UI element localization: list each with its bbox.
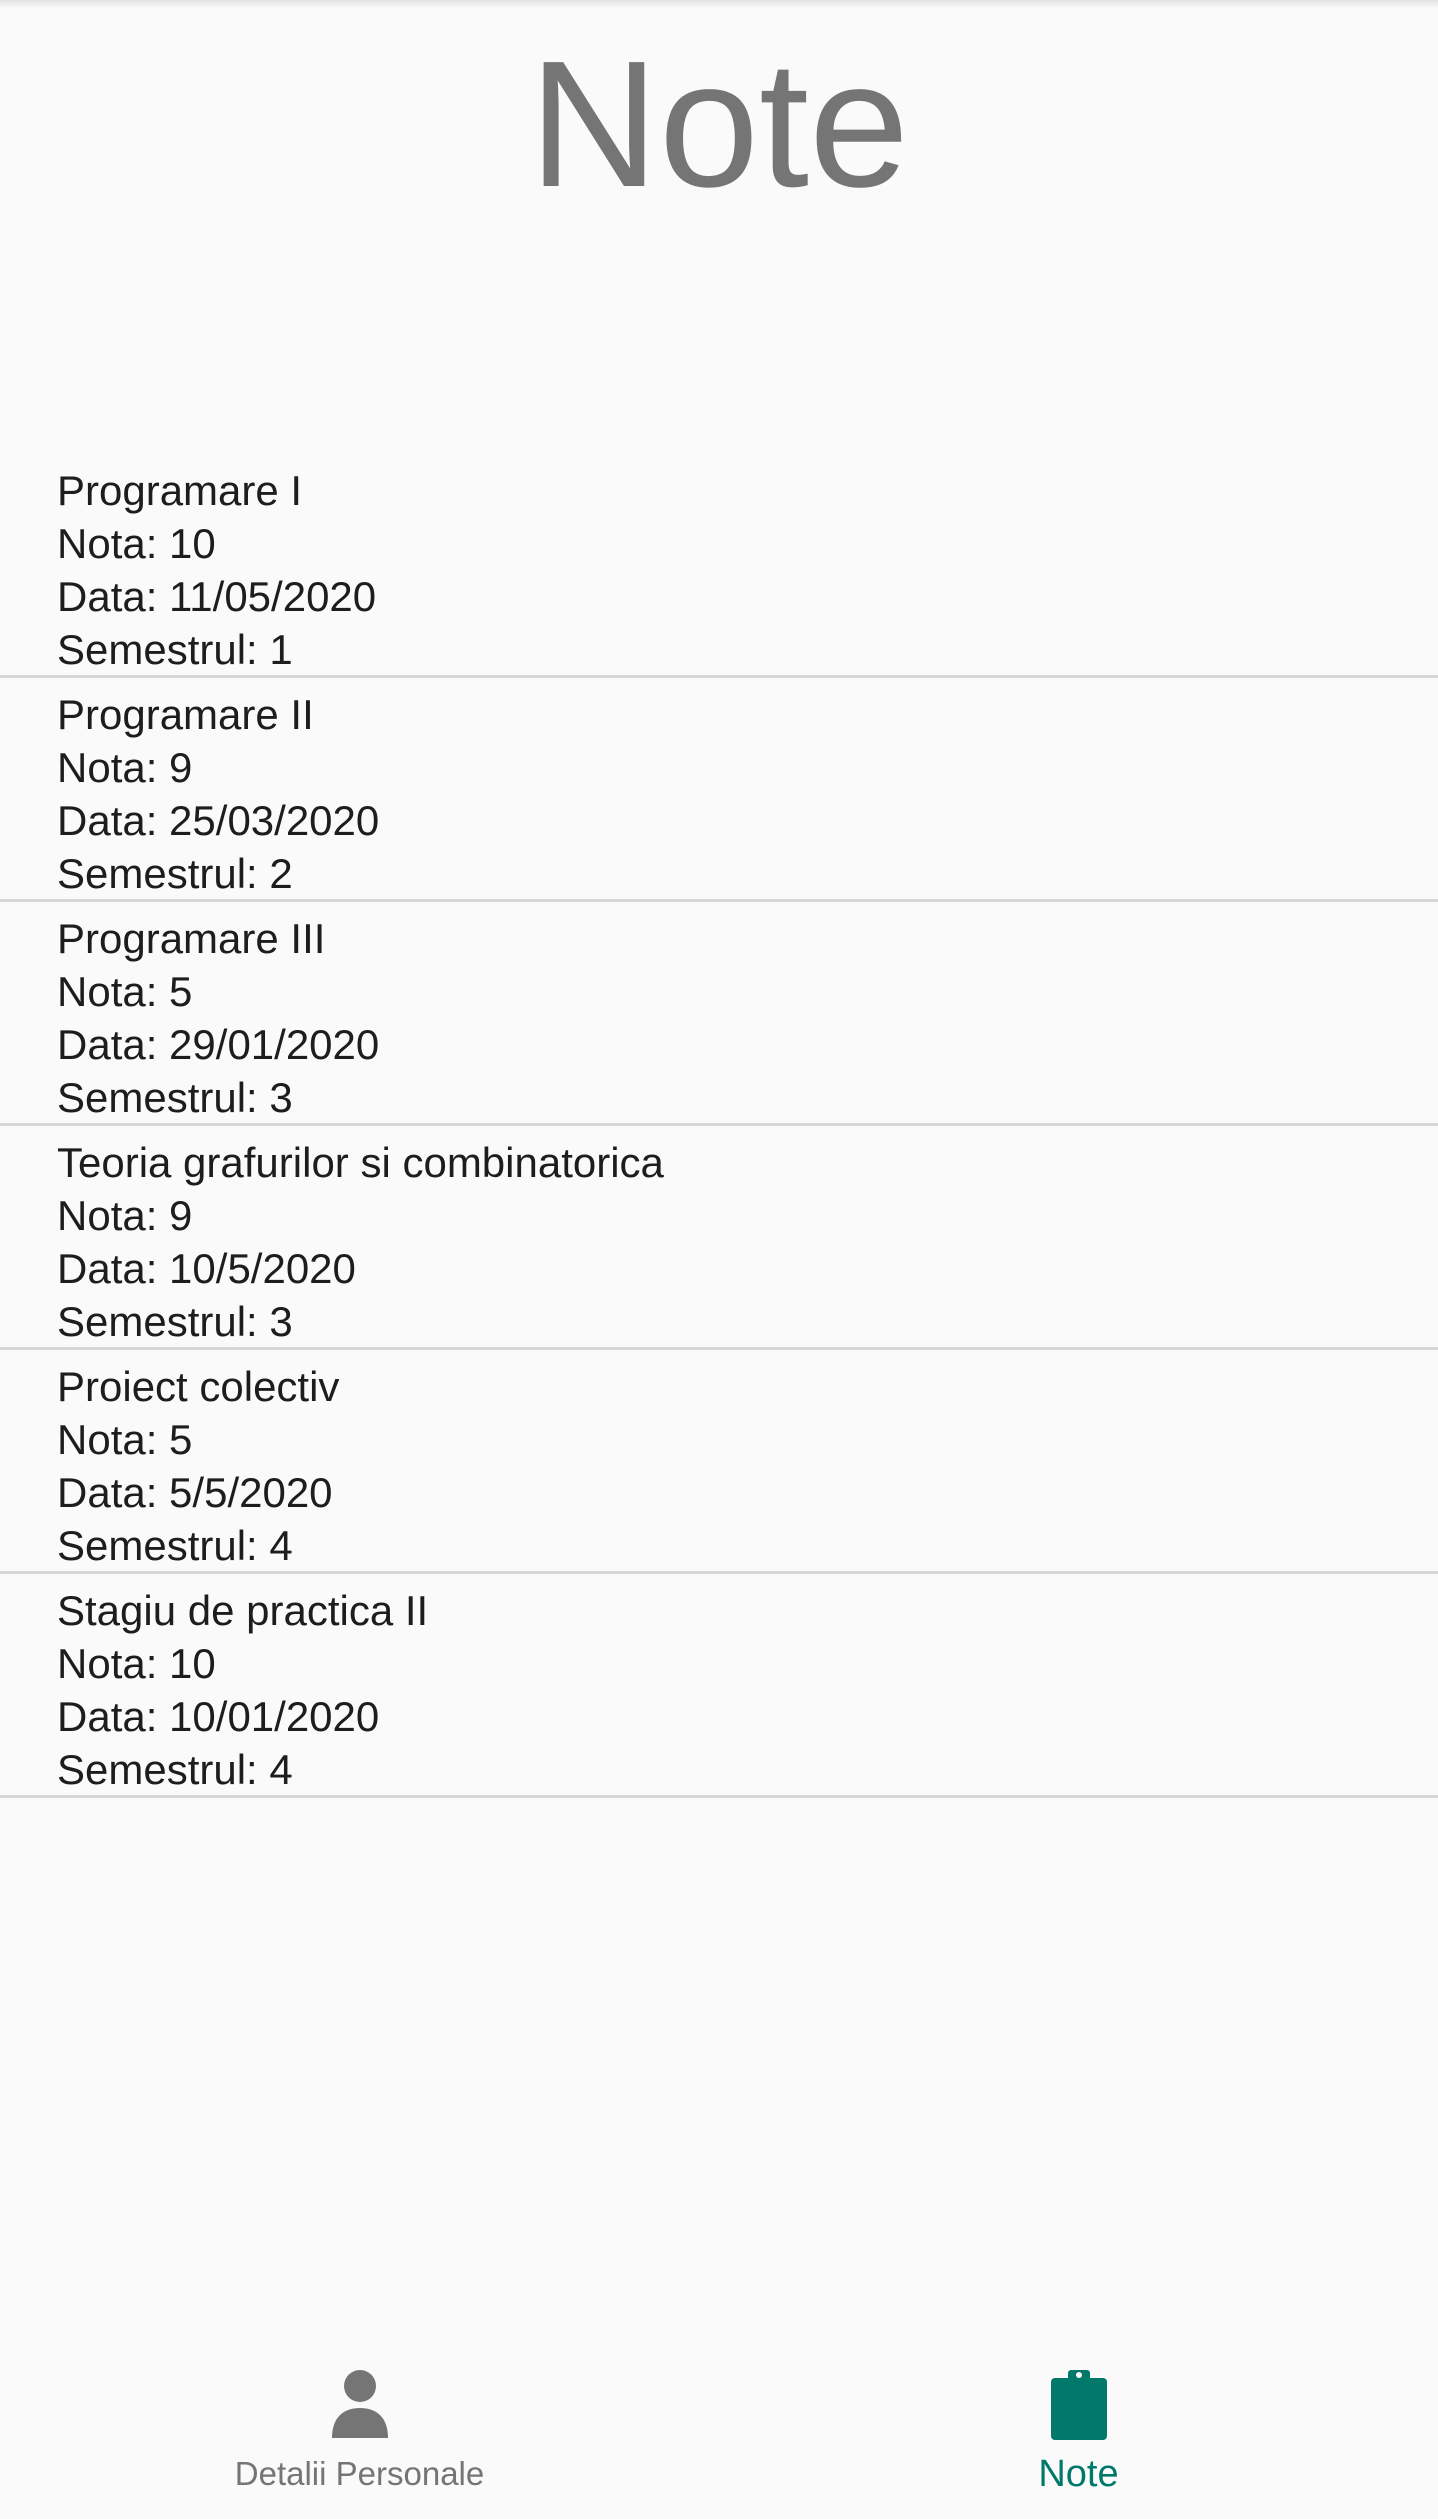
page-title: Note — [528, 24, 910, 225]
course-name: Proiect colectiv — [57, 1363, 340, 1410]
nav-label-detalii-personale: Detalii Personale — [234, 2455, 485, 2492]
list-item[interactable]: Teoria grafurilor si combinatorica Nota:… — [0, 1126, 1438, 1350]
grade-date: Data: 10/01/2020 — [57, 1693, 380, 1740]
grade-value: Nota: 9 — [57, 744, 193, 791]
grade-date: Data: 5/5/2020 — [57, 1469, 333, 1516]
person-icon — [331, 2370, 388, 2438]
list-item[interactable]: Programare II Nota: 9 Data: 25/03/2020 S… — [0, 678, 1438, 902]
nav-label-note: Note — [1038, 2453, 1119, 2495]
grade-value: Nota: 5 — [57, 1416, 193, 1463]
grade-value: Nota: 5 — [57, 968, 193, 1015]
grade-semester: Semestrul: 3 — [57, 1298, 293, 1345]
bottom-navigation: Detalii Personale Note — [0, 2330, 1438, 2519]
grade-date: Data: 29/01/2020 — [57, 1021, 380, 1068]
grade-value: Nota: 10 — [57, 1640, 216, 1687]
course-name: Programare I — [57, 467, 303, 514]
grade-semester: Semestrul: 3 — [57, 1074, 293, 1121]
grade-value: Nota: 10 — [57, 520, 216, 567]
status-shadow — [0, 0, 1438, 8]
nav-item-note[interactable]: Note — [719, 2330, 1438, 2519]
grade-semester: Semestrul: 4 — [57, 1522, 293, 1569]
grade-semester: Semestrul: 1 — [57, 626, 293, 673]
grade-semester: Semestrul: 2 — [57, 850, 293, 897]
grade-value: Nota: 9 — [57, 1192, 193, 1239]
grade-list: Programare I Nota: 10 Data: 11/05/2020 S… — [0, 454, 1438, 1798]
course-name: Programare II — [57, 691, 314, 738]
list-item[interactable]: Programare I Nota: 10 Data: 11/05/2020 S… — [0, 454, 1438, 678]
grade-semester: Semestrul: 4 — [57, 1746, 293, 1793]
grade-date: Data: 25/03/2020 — [57, 797, 380, 844]
clipboard-icon — [1050, 2370, 1107, 2440]
list-item[interactable]: Proiect colectiv Nota: 5 Data: 5/5/2020 … — [0, 1350, 1438, 1574]
course-name: Teoria grafurilor si combinatorica — [57, 1139, 664, 1186]
course-name: Stagiu de practica II — [57, 1587, 429, 1634]
nav-item-detalii-personale[interactable]: Detalii Personale — [0, 2330, 719, 2519]
list-item[interactable]: Stagiu de practica II Nota: 10 Data: 10/… — [0, 1574, 1438, 1798]
grade-date: Data: 10/5/2020 — [57, 1245, 356, 1292]
list-item[interactable]: Programare III Nota: 5 Data: 29/01/2020 … — [0, 902, 1438, 1126]
course-name: Programare III — [57, 915, 326, 962]
screen: Note Programare I Nota: 10 Data: 11/05/2… — [0, 0, 1438, 2519]
grade-date: Data: 11/05/2020 — [57, 573, 377, 620]
